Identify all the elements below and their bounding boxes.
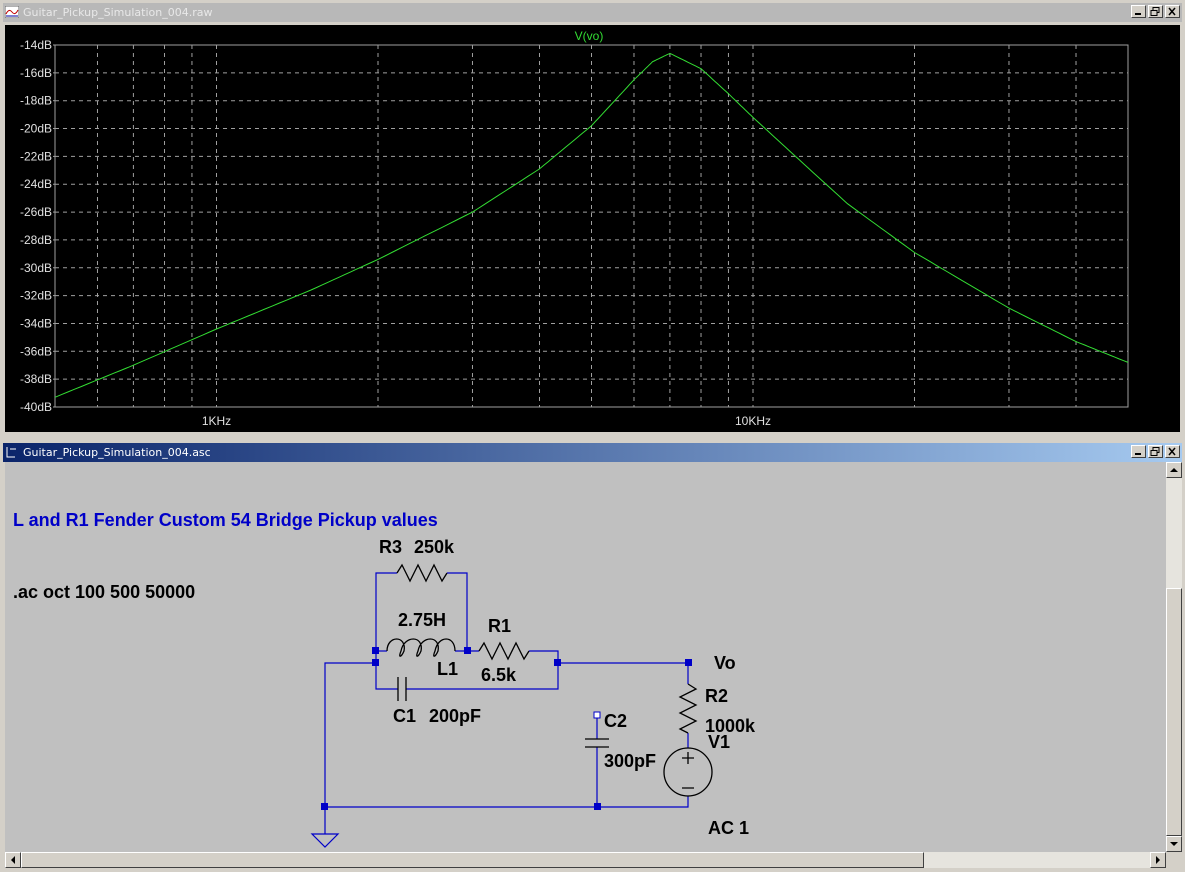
c2-value[interactable]: 300pF xyxy=(604,751,656,772)
restore-button[interactable] xyxy=(1148,5,1163,18)
y-tick-label: -26dB xyxy=(20,205,52,219)
close-button[interactable] xyxy=(1165,5,1180,18)
restore-icon xyxy=(1150,447,1160,456)
y-tick-label: -18dB xyxy=(20,94,52,108)
arrow-up-icon xyxy=(1170,468,1178,472)
resistor-r2[interactable] xyxy=(678,683,698,734)
c2-pin-marker[interactable] xyxy=(593,711,601,719)
schematic-icon xyxy=(6,447,16,458)
junction-node[interactable] xyxy=(372,659,379,666)
x-tick-label: 1KHz xyxy=(202,414,231,428)
x-tick-label: 10KHz xyxy=(735,414,771,428)
waveform-plot[interactable]: -14dB -16dB -18dB -20dB -22dB -24dB -26dB -28dB… xyxy=(5,25,1180,432)
wire-c1-left[interactable] xyxy=(375,651,398,690)
junction-node[interactable] xyxy=(554,659,561,666)
scroll-down-button[interactable] xyxy=(1166,836,1182,852)
y-tick-label: -20dB xyxy=(20,122,52,136)
schematic-window-titlebar[interactable]: Guitar_Pickup_Simulation_004.asc xyxy=(3,443,1182,462)
c1-value[interactable]: 200pF xyxy=(429,706,481,727)
plot-window-titlebar[interactable]: Guitar_Pickup_Simulation_004.raw xyxy=(3,3,1182,22)
voltage-source-v1[interactable] xyxy=(663,747,713,797)
spice-directive[interactable]: .ac oct 100 500 50000 xyxy=(13,582,195,603)
arrow-left-icon xyxy=(11,856,15,864)
minimize-icon xyxy=(1135,453,1141,455)
junction-node[interactable] xyxy=(321,803,328,810)
arrow-down-icon xyxy=(1170,842,1178,846)
ground-icon[interactable] xyxy=(310,833,340,848)
restore-button[interactable] xyxy=(1148,445,1163,458)
schematic-canvas[interactable]: L and R1 Fender Custom 54 Bridge Pickup … xyxy=(5,462,1166,852)
horizontal-scroll-thumb[interactable] xyxy=(21,852,924,868)
scrollbar-corner xyxy=(1166,852,1182,868)
junction-node[interactable] xyxy=(685,659,692,666)
y-tick-label: -34dB xyxy=(20,316,52,330)
wire-r1-right[interactable] xyxy=(529,650,559,663)
minimize-button[interactable] xyxy=(1131,5,1146,18)
close-button[interactable] xyxy=(1165,445,1180,458)
restore-icon xyxy=(1150,7,1160,16)
schematic-window-title: Guitar_Pickup_Simulation_004.asc xyxy=(23,446,211,459)
r3-name[interactable]: R3 xyxy=(379,537,402,558)
arrow-right-icon xyxy=(1156,856,1160,864)
y-tick-label: -28dB xyxy=(20,233,52,247)
v1-value[interactable]: AC 1 xyxy=(708,818,749,839)
junction-node[interactable] xyxy=(464,647,471,654)
resistor-r3[interactable] xyxy=(396,563,448,583)
junction-node[interactable] xyxy=(372,647,379,654)
net-vo-label[interactable]: Vo xyxy=(714,653,736,674)
close-icon xyxy=(1168,447,1176,456)
minimize-button[interactable] xyxy=(1131,445,1146,458)
y-tick-label: -22dB xyxy=(20,149,52,163)
resistor-r1[interactable] xyxy=(478,641,530,661)
y-tick-label: -16dB xyxy=(20,66,52,80)
r1-name[interactable]: R1 xyxy=(488,616,511,637)
trace-label[interactable]: V(vo) xyxy=(575,29,604,43)
vertical-scroll-thumb[interactable] xyxy=(1166,588,1182,836)
bode-plot-svg: -14dB -16dB -18dB -20dB -22dB -24dB -26dB -28dB… xyxy=(20,29,1129,428)
c1-name[interactable]: C1 xyxy=(393,706,416,727)
scroll-up-button[interactable] xyxy=(1166,462,1182,478)
inductor-l1[interactable] xyxy=(386,638,456,657)
r3-value[interactable]: 250k xyxy=(414,537,454,558)
horizontal-scrollbar[interactable] xyxy=(5,852,1166,868)
scroll-left-button[interactable] xyxy=(5,852,21,868)
capacitor-c2[interactable] xyxy=(585,738,609,748)
wire-ground-rail[interactable] xyxy=(325,796,689,808)
r1-value[interactable]: 6.5k xyxy=(481,665,516,686)
junction-node[interactable] xyxy=(594,803,601,810)
scroll-right-button[interactable] xyxy=(1150,852,1166,868)
y-tick-label: -36dB xyxy=(20,344,52,358)
wire-input[interactable] xyxy=(324,662,376,807)
vertical-scrollbar[interactable] xyxy=(1166,462,1182,852)
l1-name[interactable]: L1 xyxy=(437,659,458,680)
close-icon xyxy=(1168,7,1176,16)
l1-value[interactable]: 2.75H xyxy=(398,610,446,631)
y-tick-label: -30dB xyxy=(20,261,52,275)
minimize-icon xyxy=(1135,13,1141,15)
y-tick-label: -40dB xyxy=(20,400,52,414)
y-tick-label: -32dB xyxy=(20,289,52,303)
y-tick-label: -14dB xyxy=(20,38,52,52)
waveform-icon xyxy=(5,6,19,18)
schematic-heading[interactable]: L and R1 Fender Custom 54 Bridge Pickup … xyxy=(13,510,438,531)
c2-name[interactable]: C2 xyxy=(604,711,627,732)
capacitor-c1[interactable] xyxy=(397,677,407,701)
y-tick-label: -24dB xyxy=(20,177,52,191)
plot-window-title: Guitar_Pickup_Simulation_004.raw xyxy=(23,6,213,19)
v1-name[interactable]: V1 xyxy=(708,732,730,753)
y-tick-label: -38dB xyxy=(20,372,52,386)
r2-name[interactable]: R2 xyxy=(705,686,728,707)
